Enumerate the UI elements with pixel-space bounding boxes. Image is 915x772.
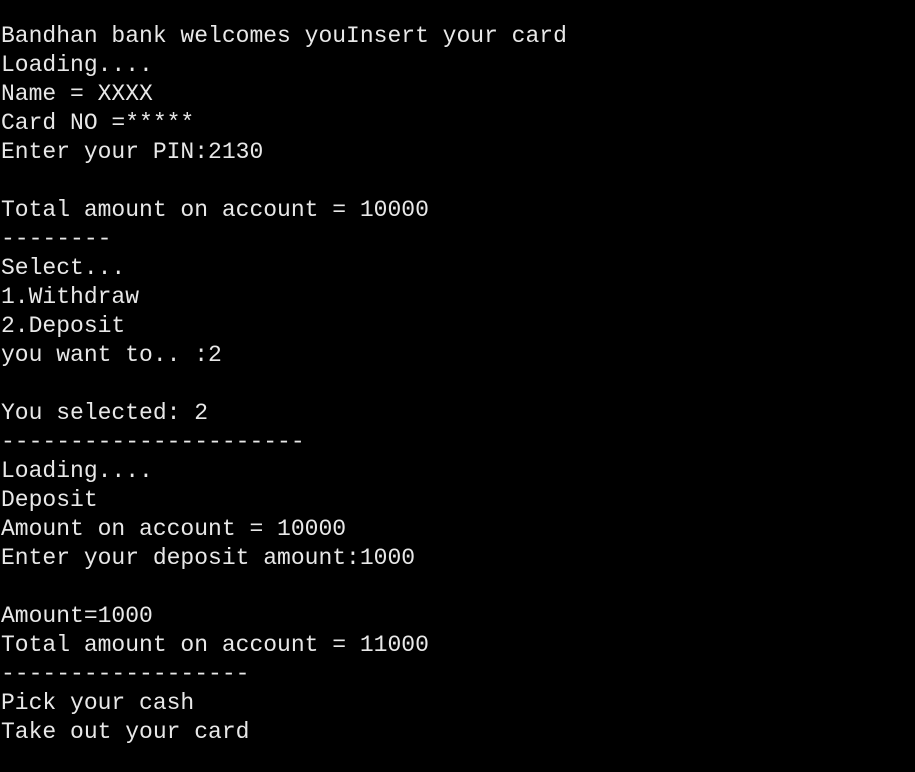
- welcome-line: Bandhan bank welcomes youInsert your car…: [1, 23, 567, 49]
- loading-line: Loading....: [1, 52, 153, 78]
- separator-line: ----------------------: [1, 429, 305, 455]
- account-amount-line: Amount on account = 10000: [1, 516, 347, 542]
- separator-line: --------: [1, 226, 112, 252]
- choice-input-line: you want to.. :2: [1, 342, 222, 368]
- console-output: Bandhan bank welcomes youInsert your car…: [0, 0, 915, 772]
- name-line: Name = XXXX: [1, 81, 153, 107]
- selected-option-line: You selected: 2: [1, 400, 209, 426]
- total-amount-line: Total amount on account = 10000: [1, 197, 429, 223]
- loading-line: Loading....: [1, 458, 153, 484]
- card-number-line: Card NO =*****: [1, 110, 195, 136]
- separator-line: ------------------: [1, 661, 250, 687]
- deposit-heading-line: Deposit: [1, 487, 98, 513]
- deposit-amount-entry-line: Enter your deposit amount:1000: [1, 545, 416, 571]
- take-card-line: Take out your card: [1, 719, 250, 745]
- menu-option-deposit: 2.Deposit: [1, 313, 126, 339]
- pick-cash-line: Pick your cash: [1, 690, 195, 716]
- deposited-amount-line: Amount=1000: [1, 603, 153, 629]
- new-total-amount-line: Total amount on account = 11000: [1, 632, 429, 658]
- select-prompt-line: Select...: [1, 255, 126, 281]
- menu-option-withdraw: 1.Withdraw: [1, 284, 140, 310]
- pin-entry-line: Enter your PIN:2130: [1, 139, 264, 165]
